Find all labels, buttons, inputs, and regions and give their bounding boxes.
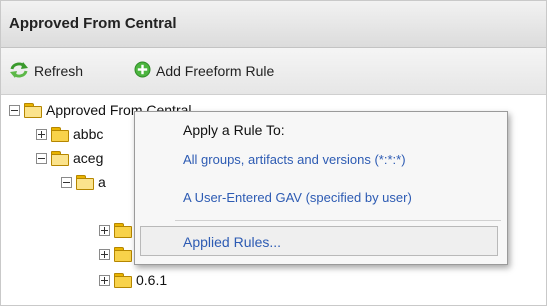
- panel-title: Approved From Central: [9, 15, 177, 32]
- expand-toggle-icon[interactable]: [99, 274, 110, 286]
- refresh-button[interactable]: Refresh: [9, 60, 83, 82]
- tree-node[interactable]: [99, 243, 136, 265]
- collapse-toggle-icon[interactable]: [36, 152, 47, 164]
- approved-from-central-panel: Approved From Central Refresh Add Freefo…: [0, 0, 547, 306]
- menu-item-user-gav[interactable]: A User-Entered GAV (specified by user): [183, 190, 412, 205]
- folder-icon: [51, 127, 69, 142]
- add-freeform-rule-button[interactable]: Add Freeform Rule: [134, 60, 274, 82]
- tree-node-label: 0.6.1: [136, 272, 168, 288]
- tree-node[interactable]: a: [61, 171, 106, 193]
- menu-separator: [175, 220, 501, 221]
- folder-open-icon: [24, 103, 42, 118]
- folder-icon: [114, 273, 132, 288]
- expand-toggle-icon[interactable]: [99, 248, 110, 260]
- folder-icon: [114, 223, 132, 238]
- menu-heading: Apply a Rule To:: [183, 122, 285, 138]
- applied-rules-button[interactable]: Applied Rules...: [140, 226, 498, 256]
- refresh-arrows-icon: [9, 61, 29, 82]
- folder-open-icon: [51, 151, 69, 166]
- apply-rule-context-menu: Apply a Rule To: All groups, artifacts a…: [134, 111, 508, 265]
- tree-node[interactable]: 0.6.1: [99, 269, 167, 291]
- collapse-toggle-icon[interactable]: [61, 176, 72, 188]
- expand-toggle-icon[interactable]: [36, 128, 47, 140]
- folder-icon: [114, 247, 132, 262]
- toolbar: Refresh Add Freeform Rule: [1, 48, 546, 95]
- tree-node-label: aceg: [73, 150, 104, 166]
- refresh-label: Refresh: [34, 63, 84, 79]
- expand-toggle-icon[interactable]: [99, 224, 110, 236]
- folder-open-icon: [76, 175, 94, 190]
- applied-rules-label: Applied Rules...: [183, 234, 282, 250]
- tree-node-label: a: [98, 174, 106, 190]
- tree-node[interactable]: aceg: [36, 147, 103, 169]
- green-plus-circle-icon: [134, 61, 151, 81]
- collapse-toggle-icon[interactable]: [9, 104, 20, 116]
- tree-node[interactable]: abbc: [36, 123, 103, 145]
- tree-node[interactable]: [99, 219, 136, 241]
- menu-item-all-gav[interactable]: All groups, artifacts and versions (*:*:…: [183, 152, 406, 167]
- add-freeform-rule-label: Add Freeform Rule: [156, 63, 275, 79]
- panel-header: Approved From Central: [1, 1, 546, 48]
- tree-node-label: abbc: [73, 126, 104, 142]
